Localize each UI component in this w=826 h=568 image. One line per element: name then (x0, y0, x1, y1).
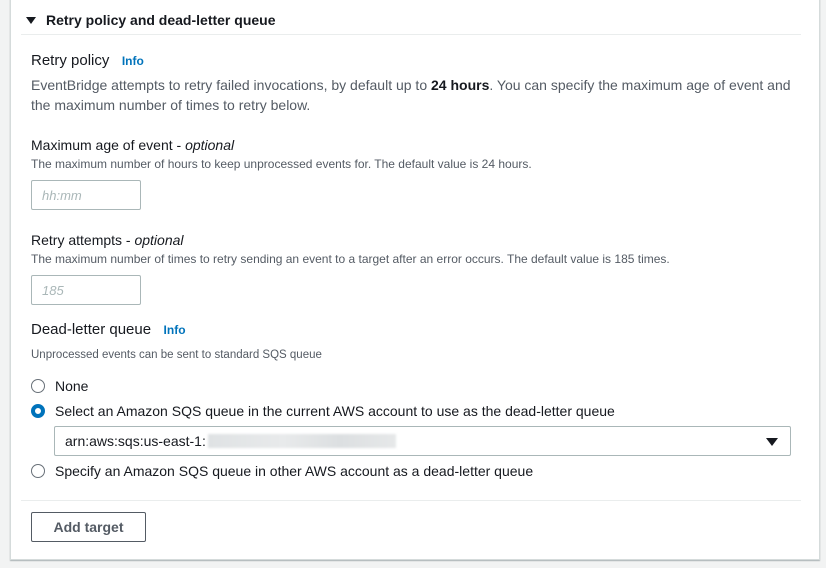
section-header-toggle[interactable]: Retry policy and dead-letter queue (26, 12, 276, 28)
caret-down-icon (26, 17, 36, 24)
max-age-placeholder: hh:mm (42, 187, 82, 203)
dlq-queue-select[interactable]: arn:aws:sqs:us-east-1: (54, 426, 791, 456)
dlq-heading-row: Dead-letter queue Info (31, 321, 186, 339)
dlq-hint: Unprocessed events can be sent to standa… (31, 349, 322, 361)
dlq-option-current-account[interactable]: Select an Amazon SQS queue in the curren… (31, 403, 615, 419)
retry-policy-description-prefix: EventBridge attempts to retry failed inv… (31, 77, 431, 93)
retry-policy-description: EventBridge attempts to retry failed inv… (31, 75, 801, 115)
retry-policy-description-bold: 24 hours (431, 77, 490, 93)
retry-policy-info-link[interactable]: Info (122, 54, 144, 68)
max-age-input[interactable]: hh:mm (31, 180, 141, 210)
footer-divider (21, 500, 801, 501)
section-title: Retry policy and dead-letter queue (46, 12, 276, 28)
dlq-info-link[interactable]: Info (164, 323, 186, 337)
retry-attempts-hint: The maximum number of times to retry sen… (31, 252, 670, 266)
retry-attempts-input[interactable]: 185 (31, 275, 141, 305)
dlq-option-label: None (55, 378, 89, 394)
retry-policy-heading-row: Retry policy Info (31, 52, 144, 70)
radio-unchecked-icon[interactable] (31, 379, 45, 393)
radio-unchecked-icon[interactable] (31, 464, 45, 478)
redacted-account-id (207, 434, 396, 448)
retry-attempts-label-optional: optional (134, 232, 184, 248)
max-age-label-optional: optional (185, 137, 235, 153)
dlq-option-label: Specify an Amazon SQS queue in other AWS… (55, 463, 534, 479)
max-age-hint: The maximum number of hours to keep unpr… (31, 157, 532, 171)
dlq-option-label: Select an Amazon SQS queue in the curren… (55, 403, 615, 419)
radio-checked-icon[interactable] (31, 404, 45, 418)
retry-attempts-label-text: Retry attempts - (31, 232, 135, 248)
retry-attempts-placeholder: 185 (42, 282, 64, 298)
header-divider (21, 34, 801, 35)
caret-down-icon[interactable] (766, 438, 778, 446)
max-age-label: Maximum age of event - optional (31, 137, 234, 153)
dlq-queue-select-value: arn:aws:sqs:us-east-1: (65, 433, 206, 449)
retry-attempts-label: Retry attempts - optional (31, 232, 184, 248)
add-target-button[interactable]: Add target (31, 512, 146, 542)
dlq-heading: Dead-letter queue (31, 321, 152, 338)
dlq-option-other-account[interactable]: Specify an Amazon SQS queue in other AWS… (31, 463, 533, 479)
dlq-option-none[interactable]: None (31, 378, 88, 394)
max-age-label-text: Maximum age of event - (31, 137, 186, 153)
retry-policy-heading: Retry policy (31, 52, 110, 69)
